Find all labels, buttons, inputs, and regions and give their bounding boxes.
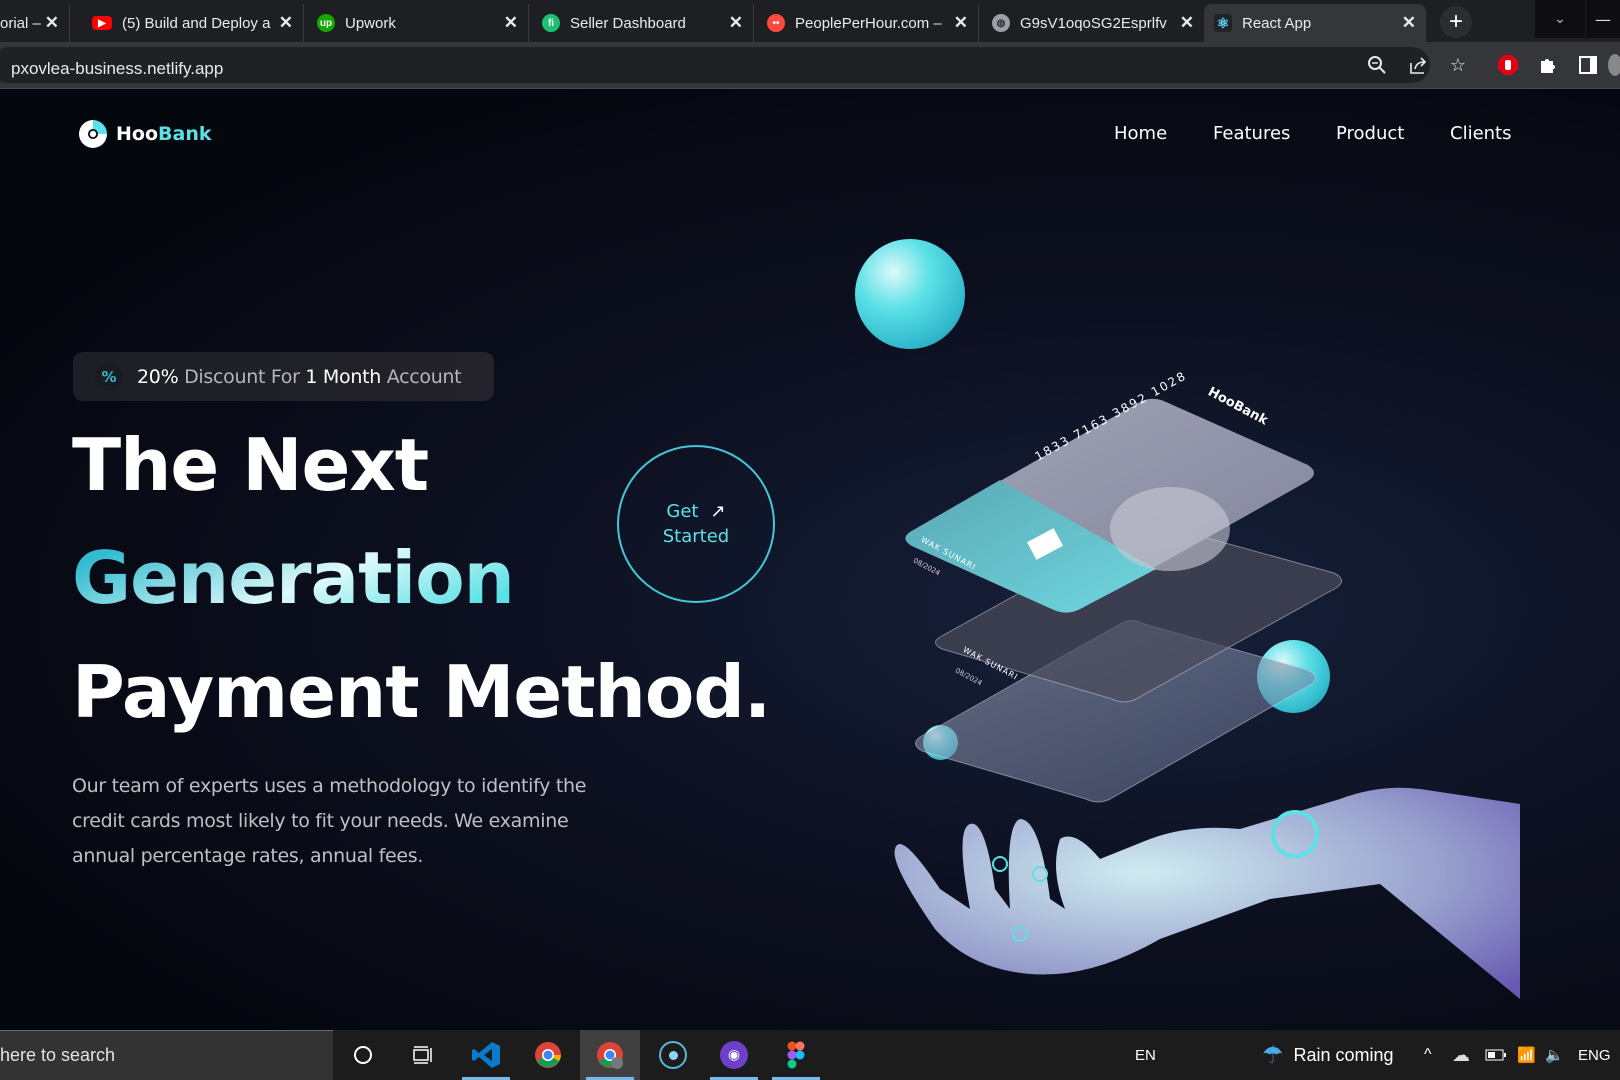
browser-tab[interactable]: orial – ✕ [0,4,70,42]
app-circle-icon[interactable] [643,1030,703,1080]
tab-title: Seller Dashboard [570,14,686,32]
minimize-window-icon[interactable]: — [1586,0,1620,38]
nav-home[interactable]: Home [1114,123,1167,144]
adblock-icon[interactable] [1497,54,1519,76]
headline-line-1: The Next [72,423,429,507]
browser-tab[interactable]: fi Seller Dashboard ✕ [532,4,754,42]
tab-title: Upwork [345,14,396,32]
percent-icon: % [95,362,123,391]
peopleperhour-icon: •• [767,14,785,32]
youtube-icon: ▶ [92,16,112,30]
robot-hand-illustration [894,787,1520,999]
input-language[interactable]: ENG [1578,1030,1611,1080]
tab-title: React App [1242,14,1312,32]
headline-line-2: Generation [72,536,515,620]
headline-line-3: Payment Method. [72,650,771,734]
browser-tab[interactable]: •• PeoplePerHour.com – ✕ [757,4,979,42]
github-desktop-icon[interactable]: ◉ [704,1030,764,1080]
cortana-icon[interactable] [333,1030,393,1080]
windows-taskbar: here to search ◉ EN ☂ Rain coming ^ ☁ 📶 … [0,1030,1620,1080]
hero-illustration: 1833 7163 3892 1028 HooBank WAK SUNARI 0… [855,239,1520,1029]
hero-description: Our team of experts uses a methodology t… [72,775,587,867]
fiverr-icon: fi [542,14,560,32]
cta-line-1: Get ↗ [666,500,726,522]
tab-search-chevron-icon[interactable]: ⌄ [1535,0,1585,38]
tab-close-icon[interactable]: ✕ [279,13,293,33]
hoobank-page: HooBank Home Features Product Clients % … [0,89,1620,1030]
tab-close-icon[interactable]: ✕ [954,13,968,33]
url-text[interactable]: pxovlea-business.netlify.app [11,59,223,79]
show-hidden-icons-chevron[interactable]: ^ [1424,1030,1432,1080]
hoobank-logo[interactable]: HooBank [76,117,211,151]
browser-tab[interactable]: ◍ G9sV1oqoSG2Esprlfv ✕ [982,4,1204,42]
figma-icon[interactable] [766,1030,826,1080]
tab-close-icon[interactable]: ✕ [1180,13,1194,33]
tab-title: PeoplePerHour.com – [795,14,942,32]
side-panel-icon[interactable] [1577,54,1599,76]
arrow-up-right-icon: ↗ [710,500,726,522]
volume-icon[interactable]: 🔈 [1545,1030,1564,1080]
input-language-short[interactable]: EN [1135,1030,1156,1080]
chrome-icon[interactable] [518,1030,578,1080]
bookmark-star-icon[interactable]: ☆ [1447,54,1469,76]
profile-avatar[interactable] [1608,54,1620,76]
tab-close-icon[interactable]: ✕ [1402,13,1416,33]
extensions-puzzle-icon[interactable] [1537,54,1559,76]
battery-icon[interactable] [1485,1030,1507,1080]
globe-icon: ◍ [992,14,1010,32]
new-tab-button[interactable]: + [1440,6,1472,38]
search-placeholder: here to search [0,1045,116,1065]
hoobank-logo-icon [79,120,107,148]
nav-product[interactable]: Product [1336,123,1404,144]
tab-close-icon[interactable]: ✕ [45,13,59,33]
browser-tab-strip: orial – ✕ ▶ (5) Build and Deploy a ✕ up … [0,0,1620,42]
browser-tab-active[interactable]: ⚛ React App ✕ [1204,4,1426,42]
cta-line-2: Started [662,526,730,547]
browser-tab[interactable]: ▶ (5) Build and Deploy a ✕ [82,4,304,42]
share-icon[interactable] [1407,54,1429,76]
discount-text: 20% Discount For 1 Month Account [137,365,462,388]
tab-title: (5) Build and Deploy a [122,14,271,32]
upwork-icon: up [317,14,335,32]
onedrive-cloud-icon[interactable]: ☁ [1452,1030,1470,1080]
chrome-profile-icon[interactable] [580,1030,640,1080]
discount-badge: % 20% Discount For 1 Month Account [73,352,494,401]
task-view-icon[interactable] [393,1030,453,1080]
tab-close-icon[interactable]: ✕ [729,13,743,33]
wifi-icon[interactable]: 📶 [1517,1030,1536,1080]
weather-widget[interactable]: ☂ Rain coming [1262,1030,1394,1080]
browser-tab[interactable]: up Upwork ✕ [307,4,529,42]
nav-clients[interactable]: Clients [1450,123,1512,144]
zoom-out-icon[interactable] [1366,54,1388,76]
get-started-button[interactable]: Get ↗ Started [617,445,775,603]
taskbar-search-box[interactable]: here to search [0,1030,333,1080]
vscode-icon[interactable] [456,1030,516,1080]
tab-title: G9sV1oqoSG2Esprlfv [1020,14,1167,32]
weather-text: Rain coming [1293,1044,1394,1065]
card-emblem-inner [1142,513,1198,549]
nav-features[interactable]: Features [1213,123,1290,144]
react-icon: ⚛ [1214,14,1232,32]
logo-text: HooBank [116,123,212,145]
tab-close-icon[interactable]: ✕ [504,13,518,33]
umbrella-rain-icon: ☂ [1262,1041,1284,1069]
address-bar[interactable]: pxovlea-business.netlify.app [0,47,1430,83]
